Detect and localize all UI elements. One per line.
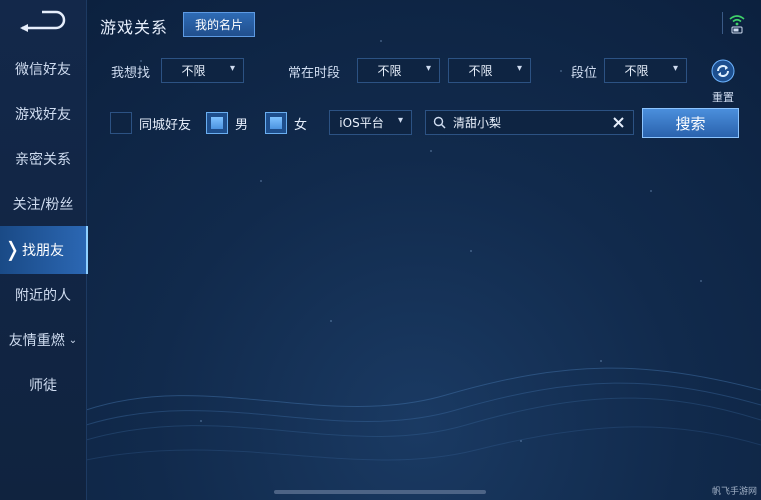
back-button[interactable] — [18, 8, 68, 34]
wifi-battery-icon — [729, 15, 745, 34]
male-label: 男 — [235, 118, 249, 133]
sidebar-item-label: 亲密关系 — [15, 152, 71, 168]
chevron-down-icon: ▾ — [397, 115, 403, 126]
online-time-label: 常在时段 — [288, 66, 341, 81]
online-time-end-dropdown[interactable]: 不限 ▾ — [448, 58, 531, 83]
dropdown-value: 不限 — [377, 64, 402, 78]
home-indicator — [274, 490, 486, 494]
divider — [722, 12, 723, 34]
search-box[interactable] — [425, 110, 634, 135]
sidebar-item-follow-fans[interactable]: 关注/粉丝 — [0, 182, 86, 226]
sidebar: 微信好友 游戏好友 亲密关系 关注/粉丝 ❭ 找朋友 附近的人 友情重燃 ⌄ 师… — [0, 0, 88, 500]
sidebar-item-wechat-friends[interactable]: 微信好友 — [0, 47, 86, 91]
want-label: 我想找 — [111, 66, 151, 81]
sidebar-item-game-friends[interactable]: 游戏好友 — [0, 92, 86, 136]
chevron-down-icon: ▾ — [672, 63, 678, 74]
female-checkbox[interactable] — [265, 112, 287, 134]
same-city-label: 同城好友 — [139, 118, 192, 133]
sidebar-item-mentorship[interactable]: 师徒 — [0, 363, 86, 407]
dropdown-value: 不限 — [181, 64, 206, 78]
same-city-checkbox[interactable] — [110, 112, 132, 134]
dropdown-value: iOS平台 — [339, 116, 384, 130]
rank-dropdown[interactable]: 不限 ▾ — [604, 58, 687, 83]
sidebar-item-intimate-relations[interactable]: 亲密关系 — [0, 137, 86, 181]
sidebar-item-label: 师徒 — [29, 378, 57, 394]
sidebar-item-label: 微信好友 — [15, 62, 71, 78]
search-input[interactable] — [453, 115, 603, 129]
chevron-down-icon: ▾ — [516, 63, 522, 74]
female-label: 女 — [294, 118, 308, 133]
dropdown-value: 不限 — [624, 64, 649, 78]
chevron-down-icon: ▾ — [229, 63, 235, 74]
dropdown-value: 不限 — [468, 64, 493, 78]
reset-button[interactable]: 重置 — [704, 58, 742, 104]
sidebar-item-label: 找朋友 — [22, 243, 64, 259]
chevron-down-icon: ⌄ — [68, 334, 78, 346]
sidebar-item-find-friends[interactable]: ❭ 找朋友 — [0, 226, 88, 274]
sidebar-item-label: 友情重燃 — [8, 333, 65, 349]
platform-dropdown[interactable]: iOS平台 ▾ — [329, 110, 412, 135]
chevron-right-icon: ❭ — [4, 237, 21, 261]
search-icon — [433, 116, 446, 129]
male-checkbox[interactable] — [206, 112, 228, 134]
sidebar-item-label: 游戏好友 — [15, 107, 71, 123]
status-area — [728, 12, 746, 38]
clear-icon[interactable] — [613, 117, 624, 128]
refresh-icon — [711, 59, 735, 83]
want-dropdown[interactable]: 不限 ▾ — [161, 58, 244, 83]
sidebar-item-rekindle-friendship[interactable]: 友情重燃 ⌄ — [0, 318, 86, 362]
background-waves — [86, 367, 761, 461]
watermark: 帆飞手游网 — [711, 487, 757, 497]
page-title: 游戏关系 — [100, 18, 169, 37]
chevron-down-icon: ▾ — [425, 63, 431, 74]
my-card-button[interactable]: 我的名片 — [183, 12, 255, 37]
search-button[interactable]: 搜索 — [642, 108, 739, 138]
online-time-start-dropdown[interactable]: 不限 ▾ — [357, 58, 440, 83]
back-arrow-icon — [20, 10, 66, 32]
sidebar-item-nearby-people[interactable]: 附近的人 — [0, 273, 86, 317]
reset-label: 重置 — [712, 91, 734, 104]
rank-label: 段位 — [571, 66, 598, 81]
sidebar-item-label: 附近的人 — [15, 288, 71, 304]
sidebar-item-label: 关注/粉丝 — [12, 197, 74, 213]
